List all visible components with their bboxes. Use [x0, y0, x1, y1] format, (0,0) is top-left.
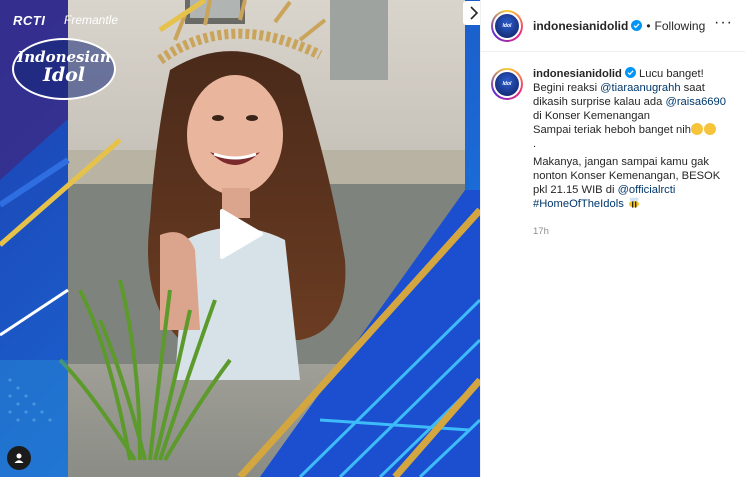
bee-emoji-icon: [628, 197, 639, 208]
verified-badge-icon: [624, 67, 636, 78]
logo-line-2: Idol: [42, 63, 86, 86]
following-button[interactable]: Following: [655, 19, 706, 33]
post-details-panel: Idol indonesianidolid • Following ··· Id…: [480, 0, 745, 477]
header-username[interactable]: indonesianidolid: [533, 19, 628, 33]
verified-badge-icon: [631, 20, 643, 31]
indonesian-idol-logo: Indonesian Idol: [12, 38, 116, 100]
caption-text: Begini reaksi: [533, 82, 601, 94]
more-options-icon[interactable]: ···: [714, 15, 733, 31]
separator-dot: •: [646, 18, 651, 33]
post-media[interactable]: RCTI Fremantle Indonesian Idol: [0, 0, 480, 477]
caption-period: .: [533, 138, 537, 150]
laughing-emoji-icon: [690, 123, 703, 135]
mention-link[interactable]: @officialrcti: [618, 184, 676, 196]
caption-line-1: Lucu banget!: [639, 68, 704, 80]
caption-block: Idol indonesianidolid Lucu banget! Begin…: [481, 52, 745, 239]
chevron-right-icon[interactable]: [463, 1, 480, 25]
play-icon[interactable]: [218, 208, 264, 260]
caption-username[interactable]: indonesianidolid: [533, 68, 622, 80]
fremantle-logo: Fremantle: [64, 13, 119, 27]
caption-text: di Konser Kemenangan: [533, 110, 650, 122]
post-timestamp[interactable]: 17h: [533, 225, 735, 239]
laughing-emoji-icon: [703, 123, 716, 135]
avatar[interactable]: Idol: [491, 68, 523, 100]
rcti-logo: RCTI: [13, 13, 46, 28]
post-caption: indonesianidolid Lucu banget! Begini rea…: [533, 67, 735, 239]
avatar[interactable]: Idol: [491, 9, 523, 42]
hashtag-link[interactable]: #HomeOfTheIdols: [533, 198, 624, 210]
post-header: Idol indonesianidolid • Following ···: [481, 0, 745, 52]
mention-link[interactable]: @tiaraanugrahh: [600, 82, 680, 94]
mention-link[interactable]: @raisa6690: [665, 96, 726, 108]
caption-line-4: Sampai teriak heboh banget nih: [533, 124, 691, 136]
user-icon[interactable]: [7, 446, 31, 470]
